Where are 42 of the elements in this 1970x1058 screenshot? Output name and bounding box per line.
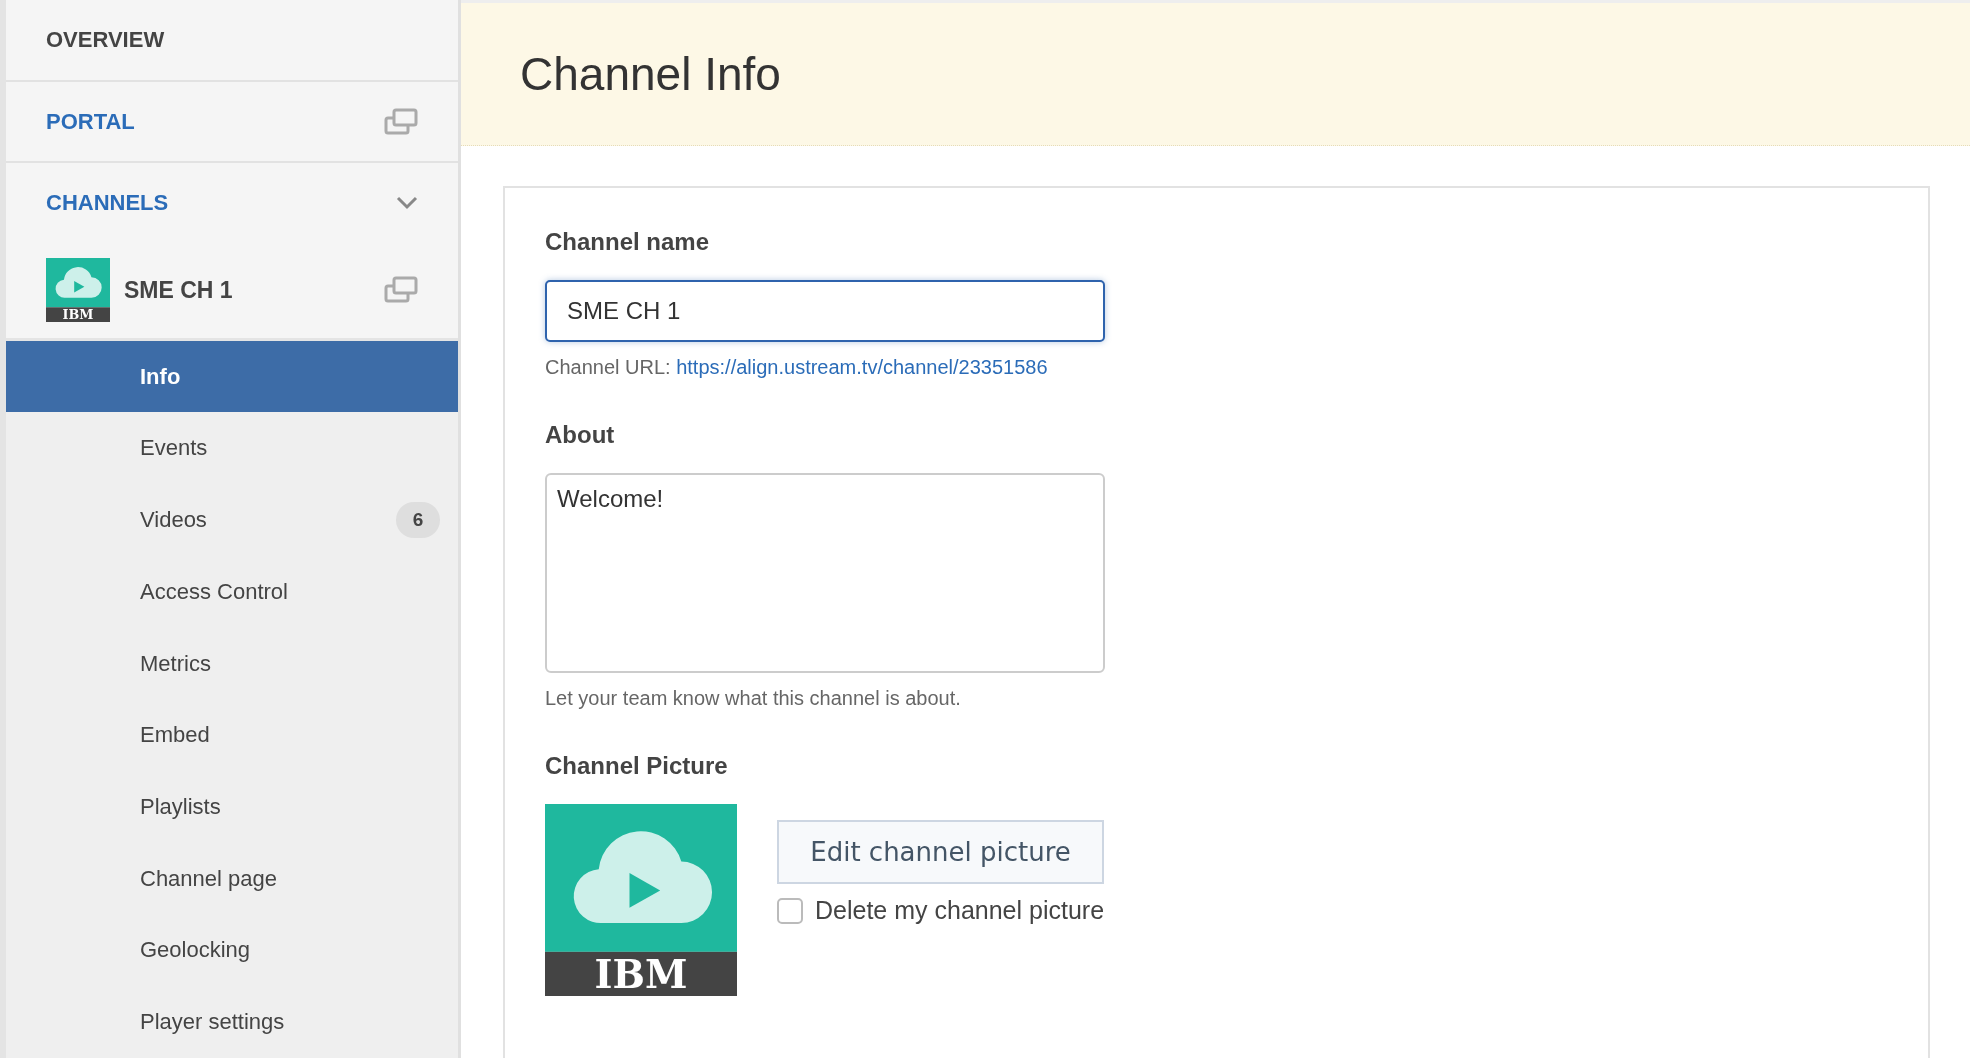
about-hint: Let your team know what this channel is about. — [545, 687, 962, 710]
channel-picture: IBM — [545, 804, 737, 996]
sidebar-item[interactable]: Events — [6, 412, 458, 485]
sidebar-item-label: Embed — [140, 722, 210, 749]
channel-name[interactable]: SME CH 1 — [124, 276, 370, 304]
sidebar-item[interactable]: Videos 6 — [6, 484, 458, 556]
windows-icon[interactable] — [384, 276, 418, 305]
page-title: Channel Info — [520, 47, 781, 101]
sidebar-section-link[interactable]: CHANNELS — [46, 190, 169, 217]
about-field[interactable]: Welcome! — [545, 473, 1105, 673]
count-badge: 6 — [396, 502, 440, 539]
checkbox[interactable] — [777, 897, 803, 924]
delete-picture-checkbox[interactable]: Delete my channel picture — [777, 896, 1105, 925]
sidebar-item-label: Geolocking — [140, 937, 251, 964]
sidebar-item[interactable]: Access Control — [6, 555, 458, 628]
edit-picture-button[interactable]: Edit channel picture — [777, 820, 1105, 884]
sidebar-item-label: Channel page — [140, 865, 277, 892]
sidebar-item-label: Player settings — [140, 1009, 285, 1036]
chevron-icon[interactable] — [396, 196, 418, 211]
channel-url-text: Channel URL: https://align.ustream.tv/channel/23351586 — [545, 356, 1049, 379]
sidebar-item[interactable]: Metrics — [6, 627, 458, 700]
sidebar-item-label: Info — [140, 363, 181, 390]
sidebar-item[interactable]: Info — [6, 340, 458, 413]
sidebar-item-label: Access Control — [140, 578, 288, 605]
channel-logo: IBM — [46, 258, 110, 323]
field-label: Channel name — [545, 228, 711, 256]
sidebar-section-link[interactable]: OVERVIEW — [46, 26, 165, 53]
field-label: Channel Picture — [545, 752, 729, 780]
sidebar-item-label: Playlists — [140, 794, 221, 820]
channel-url-link[interactable]: https://align.ustream.tv/channel/23351586 — [676, 356, 1048, 378]
sidebar-item[interactable]: Geolocking — [6, 914, 458, 987]
sidebar-section-link[interactable]: PORTAL — [46, 108, 135, 135]
sidebar-item[interactable]: Playlists — [6, 771, 458, 843]
sidebar-item[interactable]: Embed — [6, 699, 458, 772]
channel-name-field[interactable]: SME CH 1 — [545, 280, 1105, 342]
windows-icon[interactable] — [384, 107, 418, 136]
sidebar-item-label: Events — [140, 435, 208, 462]
sidebar-item[interactable]: Player settings — [6, 986, 458, 1058]
field-label: About — [545, 421, 616, 449]
sidebar-item[interactable]: Channel page — [6, 842, 458, 915]
sidebar-item-label: Metrics — [140, 650, 211, 677]
sidebar-item-label: Videos — [140, 507, 207, 534]
